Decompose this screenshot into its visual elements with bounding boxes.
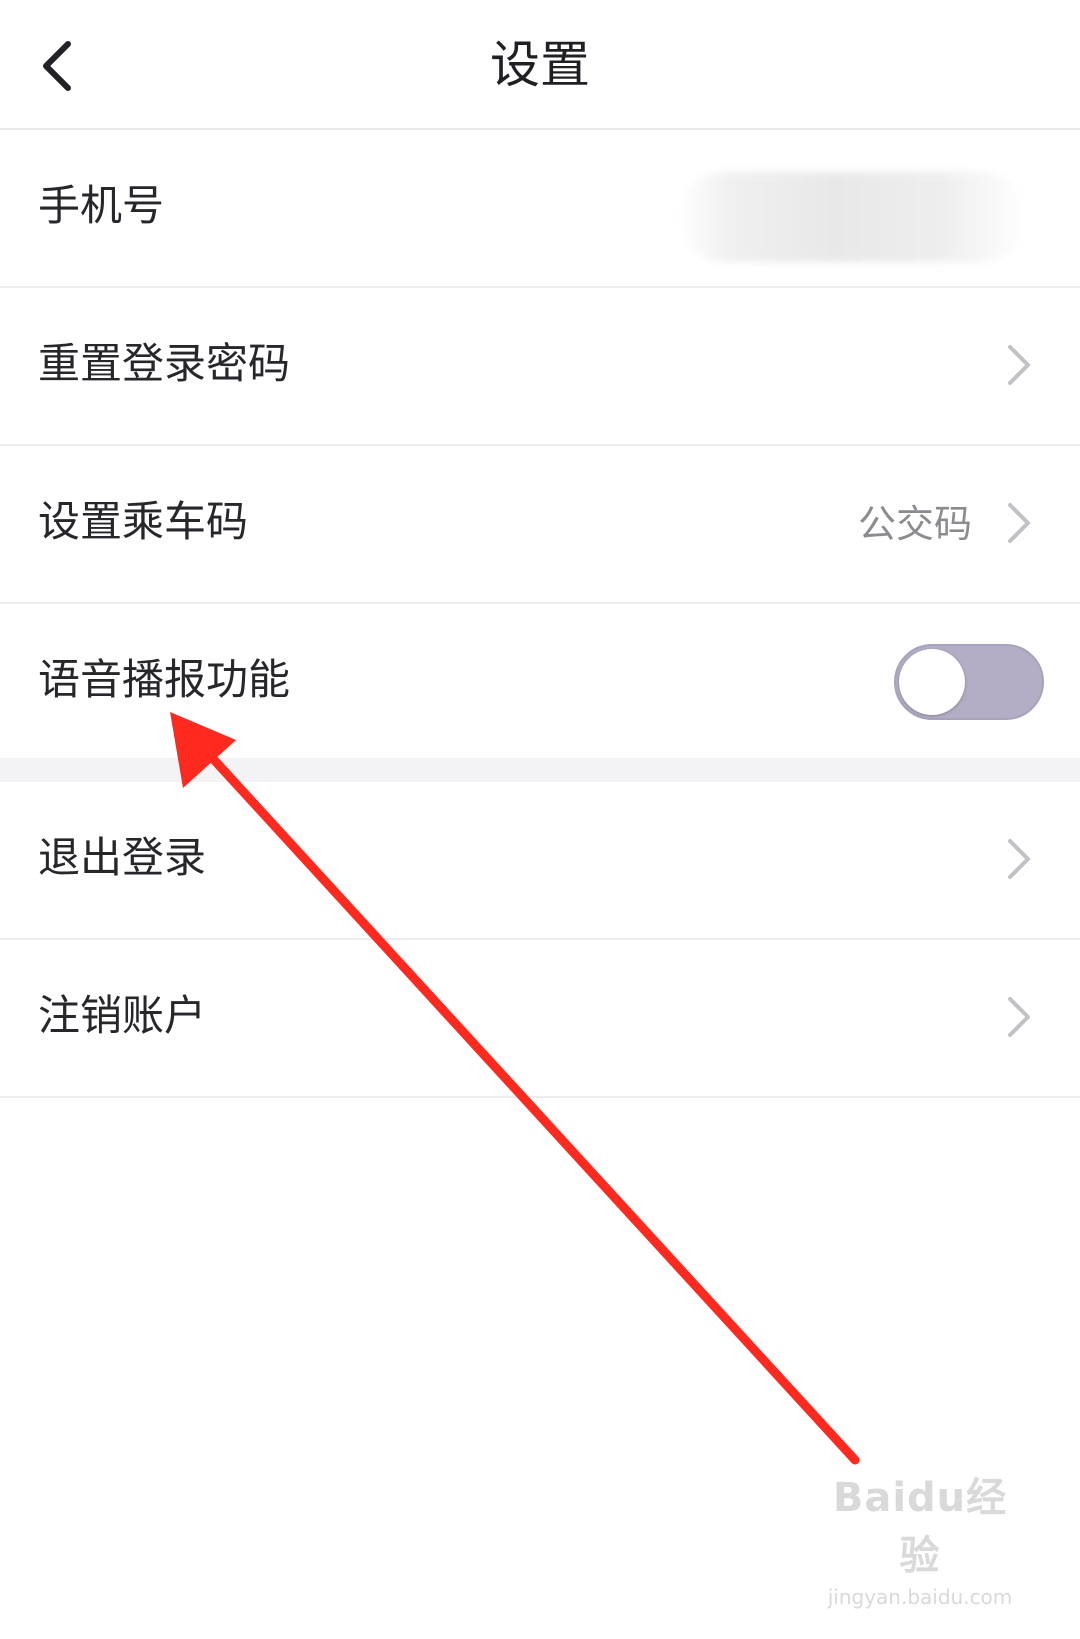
reset-password-label: 重置登录密码 — [38, 339, 291, 388]
chevron-right-icon — [1008, 839, 1030, 879]
baidu-jingyan-watermark: Baidu经验 jingyan.baidu.com — [820, 1465, 1020, 1609]
delete-account-row[interactable]: 注销账户 — [0, 940, 1080, 1098]
logout-row[interactable]: 退出登录 — [0, 782, 1080, 940]
chevron-right-icon — [1008, 345, 1030, 385]
chevron-right-icon — [1008, 997, 1030, 1037]
logout-label: 退出登录 — [38, 833, 207, 882]
voice-broadcast-row: 语音播报功能 — [0, 604, 1080, 762]
ride-code-label: 设置乘车码 — [38, 497, 249, 546]
ride-code-value: 公交码 — [857, 502, 972, 546]
delete-account-label: 注销账户 — [38, 991, 207, 1040]
phone-number-value-obscured — [678, 172, 1028, 262]
voice-broadcast-label: 语音播报功能 — [38, 655, 291, 704]
nav-bar: 设置 — [0, 0, 1080, 130]
watermark-url: jingyan.baidu.com — [827, 1585, 1013, 1609]
ride-code-row[interactable]: 设置乘车码 公交码 — [0, 446, 1080, 604]
phone-number-row: 手机号 — [0, 130, 1080, 288]
section-divider — [0, 758, 1080, 782]
chevron-right-icon — [1008, 503, 1030, 543]
watermark-logo: Baidu经验 — [832, 1475, 1008, 1579]
page-title: 设置 — [490, 36, 590, 94]
toggle-knob — [899, 649, 965, 715]
phone-number-label: 手机号 — [38, 181, 165, 230]
reset-password-row[interactable]: 重置登录密码 — [0, 288, 1080, 446]
voice-broadcast-toggle[interactable] — [894, 644, 1044, 720]
